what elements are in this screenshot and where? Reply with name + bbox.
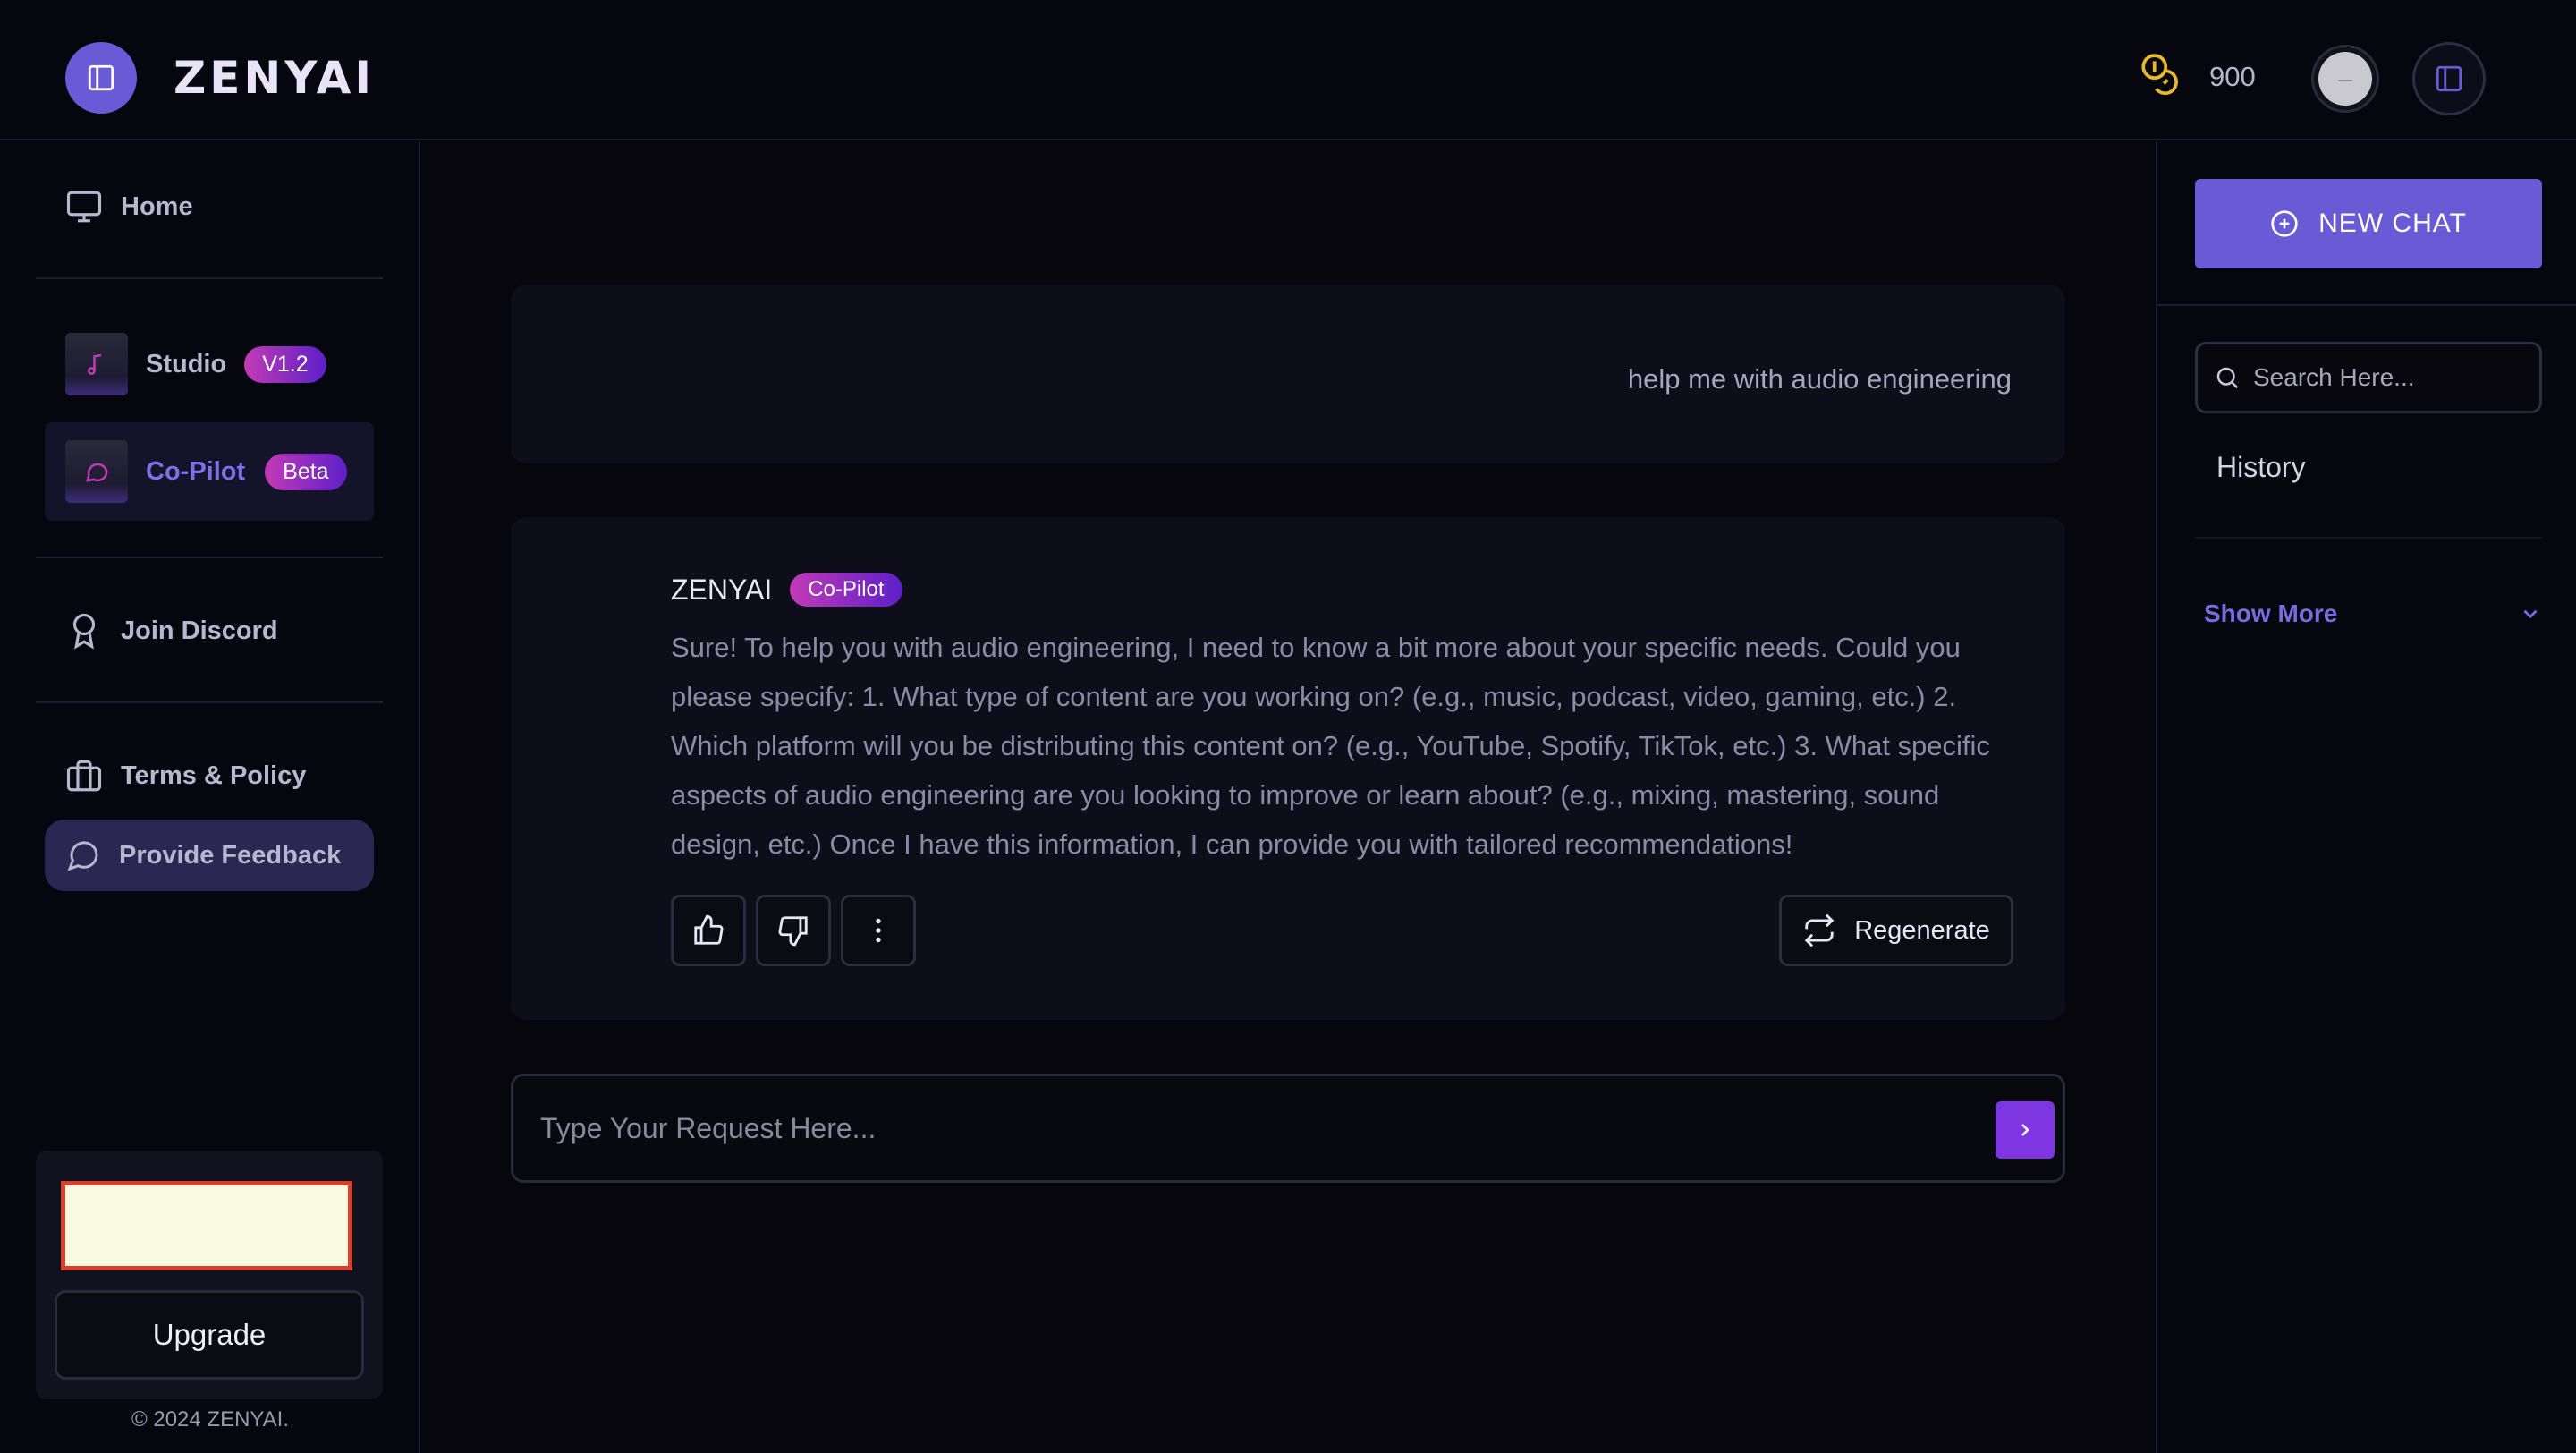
request-input[interactable] xyxy=(540,1101,1936,1155)
sidebar-divider xyxy=(36,701,383,703)
sidebar-panel-icon xyxy=(88,64,114,91)
monitor-icon xyxy=(66,191,102,223)
version-badge: V1.2 xyxy=(244,345,326,383)
thumbs-up-icon xyxy=(694,914,724,945)
history-search xyxy=(2195,342,2542,413)
thumbs-down-icon xyxy=(778,916,808,947)
music-note-icon xyxy=(88,353,102,375)
user-message-text: help me with audio engineering xyxy=(1627,363,2012,395)
regenerate-label: Regenerate xyxy=(1854,915,1990,945)
chevron-down-icon xyxy=(2523,609,2538,619)
sidebar-item-label: Studio xyxy=(146,349,227,378)
sidebar-toggle-button[interactable] xyxy=(65,42,137,114)
right-panel-toggle-button[interactable] xyxy=(2412,42,2486,115)
copilot-badge: Co-Pilot xyxy=(790,573,902,607)
repeat-icon xyxy=(1804,913,1835,947)
history-divider xyxy=(2195,537,2542,539)
sidebar-item-label: Provide Feedback xyxy=(119,840,342,870)
regenerate-button[interactable]: Regenerate xyxy=(1779,895,2013,966)
message-composer xyxy=(511,1074,2065,1183)
message-circle-icon xyxy=(67,841,98,871)
search-icon xyxy=(2216,367,2239,389)
sidebar-item-copilot[interactable]: Co-Pilot Beta xyxy=(65,440,347,503)
plus-circle-icon xyxy=(2271,210,2298,237)
assistant-message-card: ZENYAI Co-Pilot Sure! To help you with a… xyxy=(511,517,2065,1020)
chat-bubble-icon xyxy=(86,463,108,482)
sidebar-item-label: Home xyxy=(121,191,193,221)
thumbs-down-button[interactable] xyxy=(756,895,831,966)
left-sidebar: Home Studio V1.2 Co-Pilot Beta Join Disc… xyxy=(0,141,420,1453)
studio-thumbnail xyxy=(65,333,128,395)
top-header: ZENYAI 900 – xyxy=(0,0,2576,140)
assistant-name: ZENYAI xyxy=(671,573,773,606)
thumbs-up-button[interactable] xyxy=(671,895,746,966)
more-vertical-icon xyxy=(876,918,881,943)
sidebar-item-studio[interactable]: Studio V1.2 xyxy=(65,333,326,395)
sidebar-item-discord[interactable]: Join Discord xyxy=(65,612,278,650)
upgrade-card: Upgrade xyxy=(36,1151,383,1399)
right-panel: NEW CHAT History Show More xyxy=(2156,141,2576,1453)
sidebar-item-home[interactable]: Home xyxy=(65,188,193,225)
chevron-right-icon xyxy=(2021,1124,2029,1136)
avatar: – xyxy=(2318,52,2372,106)
send-button[interactable] xyxy=(1996,1101,2055,1159)
more-options-button[interactable] xyxy=(841,895,916,966)
beta-badge: Beta xyxy=(265,453,347,490)
new-chat-label: NEW CHAT xyxy=(2318,208,2467,238)
assistant-header: ZENYAI Co-Pilot xyxy=(671,573,902,607)
show-more-label: Show More xyxy=(2204,599,2338,627)
copyright-text: © 2024 ZENYAI. xyxy=(131,1407,289,1432)
app-root: ZENYAI 900 – Home Studio V1.2 Co-Pilot B… xyxy=(0,0,2576,1453)
new-chat-button[interactable]: NEW CHAT xyxy=(2195,179,2542,268)
coins-icon xyxy=(2141,54,2178,96)
credit-balance: 900 xyxy=(2209,61,2256,92)
user-message-card: help me with audio engineering xyxy=(511,285,2065,463)
promo-banner[interactable] xyxy=(61,1181,352,1270)
sidebar-divider xyxy=(36,557,383,558)
feedback-content: Provide Feedback xyxy=(65,837,341,873)
panel-icon xyxy=(2436,65,2462,92)
history-heading: History xyxy=(2216,451,2306,483)
search-input[interactable] xyxy=(2253,363,2539,392)
panel-divider xyxy=(2157,304,2576,306)
copilot-thumbnail xyxy=(65,440,128,503)
sidebar-item-label: Co-Pilot xyxy=(146,456,246,486)
show-more-button[interactable]: Show More xyxy=(2204,596,2542,632)
sidebar-divider xyxy=(36,277,383,279)
brand-logo: ZENYAI xyxy=(174,52,375,104)
upgrade-button[interactable]: Upgrade xyxy=(55,1290,364,1380)
sidebar-item-feedback[interactable]: Provide Feedback xyxy=(45,820,374,891)
assistant-message-text: Sure! To help you with audio engineering… xyxy=(671,632,1990,860)
award-ribbon-icon xyxy=(72,613,96,650)
sidebar-item-label: Terms & Policy xyxy=(121,760,307,790)
sidebar-item-label: Join Discord xyxy=(121,616,278,645)
sidebar-item-terms[interactable]: Terms & Policy xyxy=(65,757,306,794)
briefcase-icon xyxy=(66,760,102,792)
user-avatar-button[interactable]: – xyxy=(2311,45,2379,113)
